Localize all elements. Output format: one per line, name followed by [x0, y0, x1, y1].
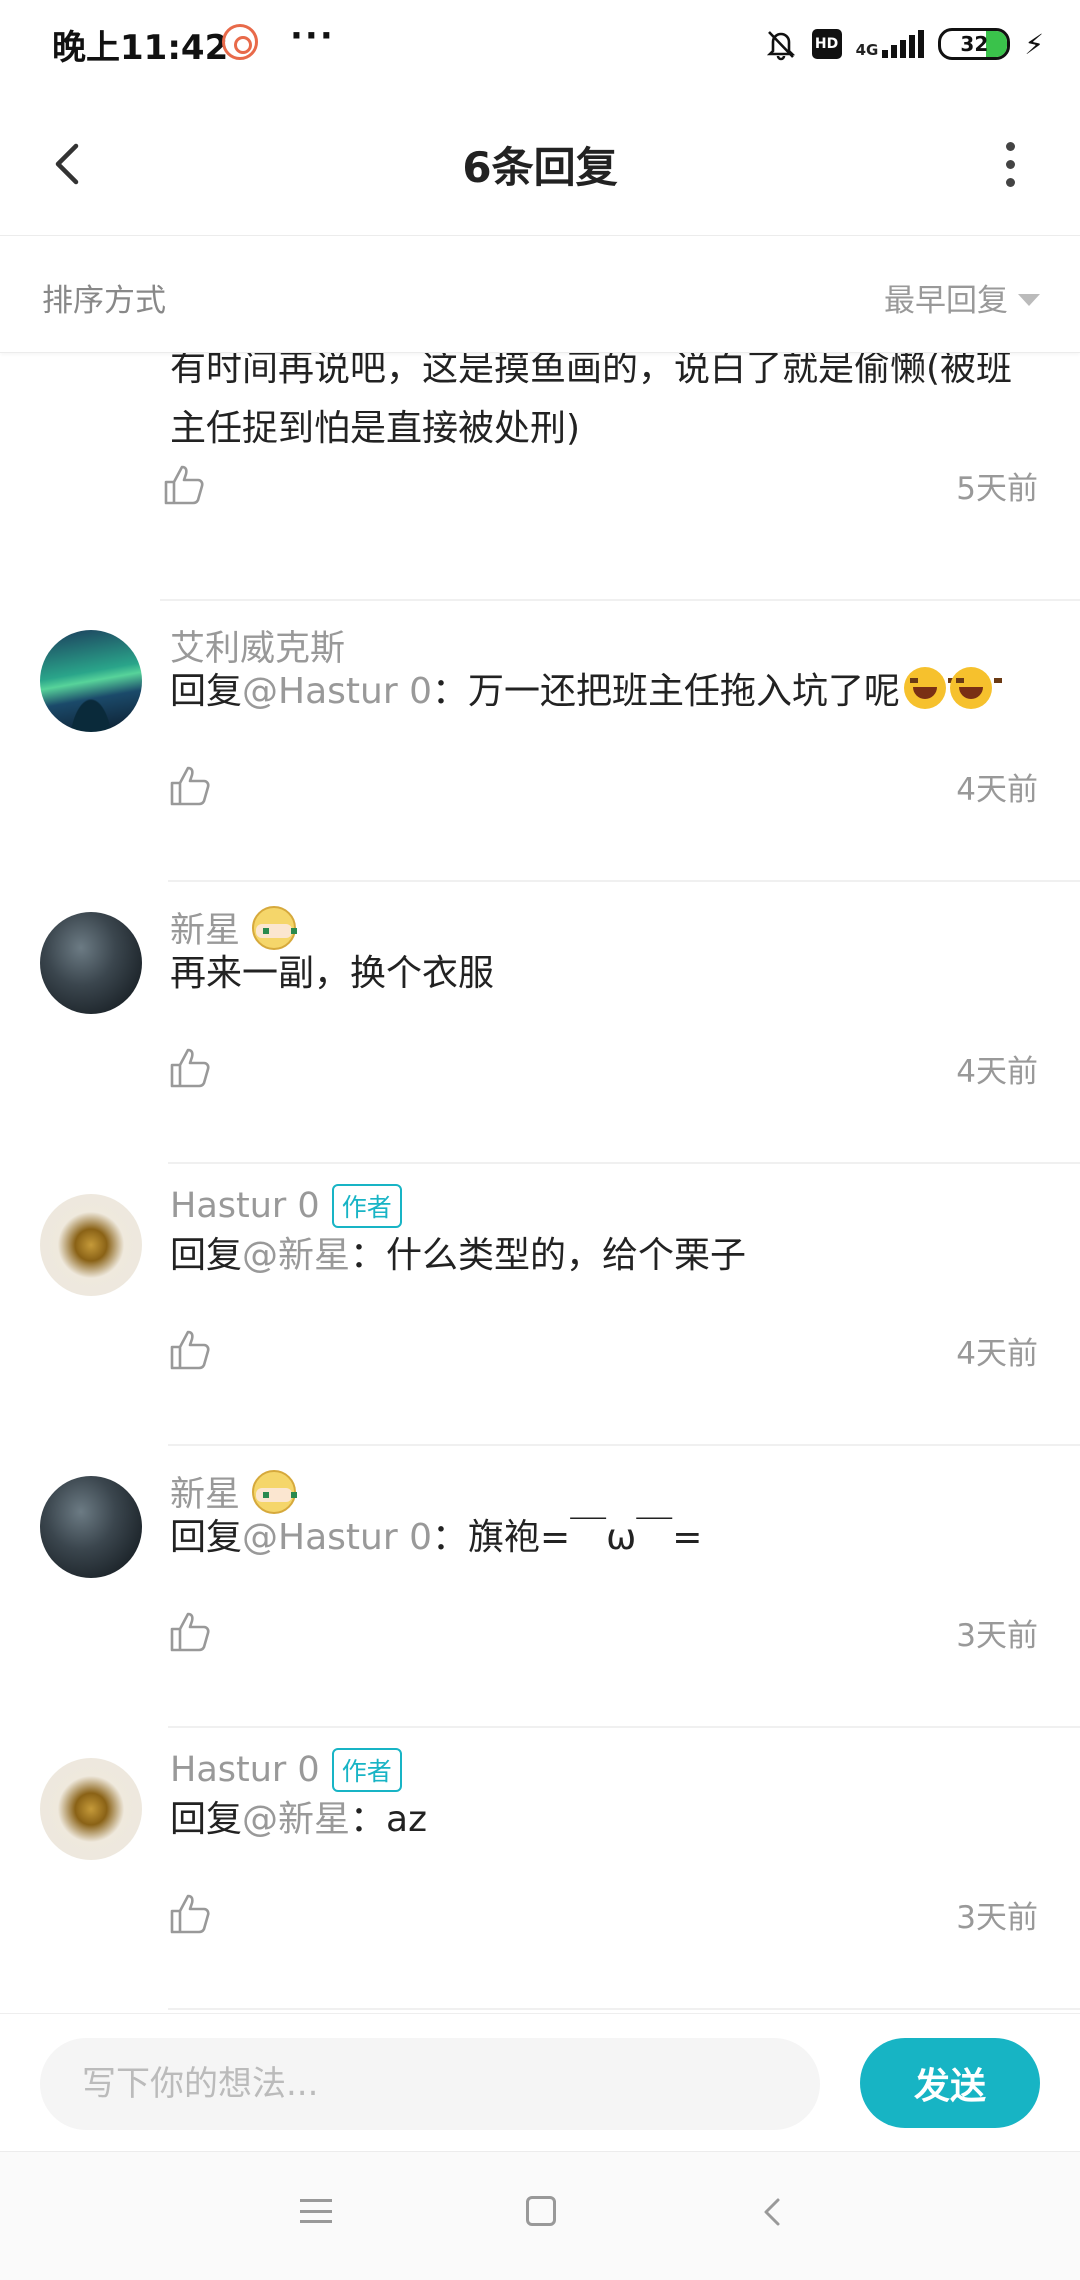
battery-level: 32 — [960, 32, 989, 56]
reply-content: 有时间再说吧，这是摸鱼画的，说白了就是偷懒(被班主任捉到怕是直接被处刑) — [170, 353, 1013, 449]
reply-text: ：az — [350, 1799, 427, 1840]
reply-time: 4天前 — [956, 772, 1038, 808]
thumbs-up-icon[interactable] — [160, 461, 208, 509]
laughing-emoji-icon — [950, 667, 1002, 709]
status-bar: 晚上11:42 ··· HD 4G 32 ⚡ — [0, 0, 1080, 92]
reply-author: Hastur 0 作者 — [170, 1748, 402, 1792]
battery-icon: 32 — [938, 28, 1011, 60]
reply-item: Hastur 0 作者 回复@新星：什么类型的，给个栗子 4天前 — [0, 1164, 1080, 1446]
reply-content: 回复@新星：什么类型的，给个栗子 — [170, 1226, 1040, 1286]
reply-content: 回复@Hastur 0：万一还把班主任拖入坑了呢 — [170, 662, 1040, 722]
sort-selected-value: 最早回复 — [884, 283, 1008, 319]
more-options-button[interactable] — [980, 134, 1040, 194]
more-dot-icon — [1005, 159, 1015, 169]
reply-item: 艾利威克斯 回复@Hastur 0：万一还把班主任拖入坑了呢 4天前 — [0, 600, 1080, 882]
reply-prefix: 回复 — [170, 1235, 243, 1276]
thumbs-up-icon[interactable] — [166, 1326, 214, 1374]
reply-author: Hastur 0 作者 — [170, 1184, 402, 1228]
reply-prefix: 回复 — [170, 671, 243, 712]
netease-music-icon — [222, 24, 258, 60]
reply-item: 有时间再说吧，这是摸鱼画的，说白了就是偷懒(被班主任捉到怕是直接被处刑) 5天前 — [0, 353, 1080, 601]
reply-prefix: 回复 — [170, 1799, 243, 1840]
character-emoji-icon — [252, 1469, 298, 1514]
charging-icon: ⚡ — [1024, 27, 1044, 61]
character-emoji-icon — [252, 905, 298, 950]
sort-label: 排序方式 — [42, 283, 166, 319]
thumbs-up-icon[interactable] — [166, 762, 214, 810]
caret-down-icon — [1018, 293, 1040, 306]
avatar[interactable] — [40, 1758, 142, 1860]
divider — [168, 2008, 1080, 2010]
reply-time: 4天前 — [956, 1336, 1038, 1372]
reply-item: 新星 再来一副，换个衣服 4天前 — [0, 882, 1080, 1164]
avatar[interactable] — [40, 1476, 142, 1578]
sort-bar: 排序方式 最早回复 — [0, 237, 1080, 353]
reply-prefix: 回复 — [170, 1517, 243, 1558]
reply-content: 回复@Hastur 0：旗袍=￣ω￣= — [170, 1508, 1040, 1568]
author-name: Hastur 0 — [170, 1750, 320, 1790]
thumbs-up-icon[interactable] — [166, 1608, 214, 1656]
reply-text: ：旗袍=￣ω￣= — [431, 1517, 703, 1558]
mention-link[interactable]: @新星 — [242, 1799, 350, 1840]
reply-time: 4天前 — [956, 1054, 1038, 1090]
reply-content: 再来一副，换个衣服 — [170, 953, 495, 994]
reply-text: ：万一还把班主任拖入坑了呢 — [431, 671, 900, 712]
laughing-emoji-icon — [904, 667, 956, 709]
send-button[interactable]: 发送 — [860, 2038, 1040, 2128]
page-title: 6条回复 — [462, 143, 618, 192]
reply-item: Hastur 0 作者 回复@新星：az 3天前 — [0, 1728, 1080, 2010]
signal-group: 4G — [856, 30, 925, 58]
author-badge: 作者 — [331, 1184, 402, 1228]
comment-input[interactable] — [40, 2038, 820, 2130]
sort-dropdown[interactable]: 最早回复 — [884, 275, 1040, 320]
reply-content: 回复@新星：az — [170, 1790, 1040, 1850]
mention-link[interactable]: @新星 — [242, 1235, 350, 1276]
more-dot-icon — [1005, 177, 1015, 187]
comment-input-bar: 发送 — [0, 2013, 1080, 2151]
reply-list[interactable]: 有时间再说吧，这是摸鱼画的，说白了就是偷懒(被班主任捉到怕是直接被处刑) 5天前… — [0, 353, 1080, 2013]
hd-icon: HD — [811, 29, 842, 59]
reply-text: ：什么类型的，给个栗子 — [350, 1235, 747, 1276]
home-icon[interactable] — [526, 2196, 556, 2226]
avatar[interactable] — [40, 1194, 142, 1296]
status-time: 晚上11:42 — [52, 28, 229, 68]
reply-time: 5天前 — [956, 471, 1038, 507]
network-type: 4G — [855, 41, 879, 59]
reply-item: 新星 回复@Hastur 0：旗袍=￣ω￣= 3天前 — [0, 1446, 1080, 1728]
system-nav-bar — [0, 2151, 1080, 2280]
avatar[interactable] — [40, 630, 142, 732]
mention-link[interactable]: @Hastur 0 — [242, 671, 432, 712]
more-dot-icon — [1005, 141, 1015, 151]
bell-off-icon — [764, 27, 798, 61]
app-bar: 6条回复 — [0, 92, 1080, 236]
reply-time: 3天前 — [956, 1900, 1038, 1936]
status-indicators: HD 4G 32 ⚡ — [764, 24, 1044, 64]
system-back-icon[interactable] — [758, 2194, 788, 2230]
author-badge: 作者 — [331, 1748, 402, 1792]
signal-icon — [882, 30, 925, 58]
thumbs-up-icon[interactable] — [166, 1890, 214, 1938]
thumbs-up-icon[interactable] — [166, 1044, 214, 1092]
author-name: Hastur 0 — [170, 1186, 320, 1226]
mention-link[interactable]: @Hastur 0 — [242, 1517, 432, 1558]
reply-time: 3天前 — [956, 1618, 1038, 1654]
avatar[interactable] — [40, 912, 142, 1014]
recent-apps-icon[interactable] — [300, 2196, 332, 2226]
more-notifications-icon: ··· — [290, 16, 335, 56]
